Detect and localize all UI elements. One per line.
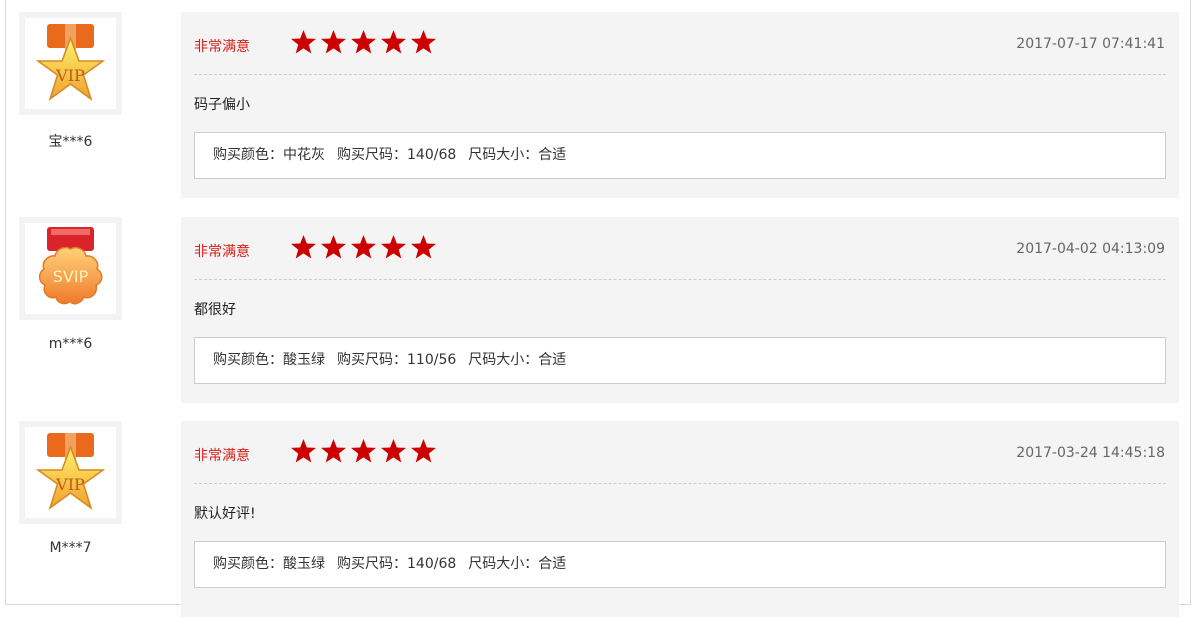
avatar: VIP [19, 12, 122, 115]
star-icon [381, 439, 406, 463]
review-panel: 非常满意 2017-03-24 14:45:18 默认好评! 购买颜色：酸玉绿购… [181, 421, 1179, 617]
star-icon [321, 439, 346, 463]
spec-fit: 尺码大小：合适 [468, 147, 567, 163]
purchase-specs: 购买颜色：酸玉绿 购买尺码：110/56 尺码大小：合适 [194, 337, 1166, 384]
spec-color: 购买颜色：中花灰 [213, 147, 325, 163]
star-icon [351, 30, 376, 54]
review-date: 2017-04-02 04:13:09 [1016, 241, 1165, 257]
review-comment: 都很好 [194, 302, 236, 318]
star-rating [290, 234, 440, 260]
star-icon [411, 439, 436, 463]
star-icon [291, 30, 316, 54]
review-comment: 码子偏小 [194, 97, 250, 113]
star-icon [381, 235, 406, 259]
spec-size: 购买尺码：140/68 [337, 147, 457, 163]
purchase-specs: 购买颜色：中花灰 购买尺码：140/68 尺码大小：合适 [194, 132, 1166, 179]
rating-label: 非常满意 [194, 448, 250, 464]
avatar: SVIP [19, 217, 122, 320]
spec-fit: 尺码大小：合适 [468, 352, 567, 368]
star-rating [290, 29, 440, 55]
vip-badge-icon: VIP [35, 24, 106, 101]
star-icon [291, 235, 316, 259]
rating-label: 非常满意 [194, 244, 250, 260]
review-item: VIP 宝***6 非常满意 2017-07-17 07:41:41 码子偏小 … [0, 0, 1197, 198]
divider [194, 74, 1166, 75]
svip-badge-icon: SVIP [38, 227, 103, 305]
vip-badge-icon: VIP [35, 433, 106, 510]
star-icon [321, 235, 346, 259]
star-icon [411, 235, 436, 259]
spec-fit: 尺码大小：合适 [468, 556, 567, 572]
spec-size: 购买尺码：140/68 [337, 556, 457, 572]
star-icon [291, 439, 316, 463]
star-icon [321, 30, 346, 54]
review-comment: 默认好评! [194, 506, 256, 522]
username: M***7 [49, 540, 92, 556]
purchase-specs: 购买颜色：酸玉绿 购买尺码：140/68 尺码大小：合适 [194, 541, 1166, 588]
spec-size: 购买尺码：110/56 [337, 352, 457, 368]
review-date: 2017-07-17 07:41:41 [1016, 36, 1165, 52]
review-item: SVIP m***6 非常满意 2017-04-02 04:13:09 都很好 … [0, 205, 1197, 403]
svg-text:VIP: VIP [55, 475, 85, 494]
star-icon [381, 30, 406, 54]
star-icon [351, 235, 376, 259]
spec-color: 购买颜色：酸玉绿 [213, 352, 325, 368]
star-rating [290, 438, 440, 464]
username: m***6 [48, 336, 93, 352]
avatar: VIP [19, 421, 122, 524]
svg-text:SVIP: SVIP [53, 267, 89, 286]
svg-text:VIP: VIP [55, 66, 85, 85]
divider [194, 279, 1166, 280]
review-panel: 非常满意 2017-04-02 04:13:09 都很好 购买颜色：酸玉绿 购买尺… [181, 217, 1179, 403]
star-icon [411, 30, 436, 54]
username: 宝***6 [48, 134, 93, 150]
review-item: VIP M***7 非常满意 2017-03-24 14:45:18 默认好评!… [0, 409, 1197, 617]
star-icon [351, 439, 376, 463]
rating-label: 非常满意 [194, 39, 250, 55]
review-date: 2017-03-24 14:45:18 [1016, 445, 1165, 461]
divider [194, 483, 1166, 484]
review-panel: 非常满意 2017-07-17 07:41:41 码子偏小 购买颜色：中花灰 购买… [181, 12, 1179, 198]
spec-color: 购买颜色：酸玉绿 [213, 556, 325, 572]
